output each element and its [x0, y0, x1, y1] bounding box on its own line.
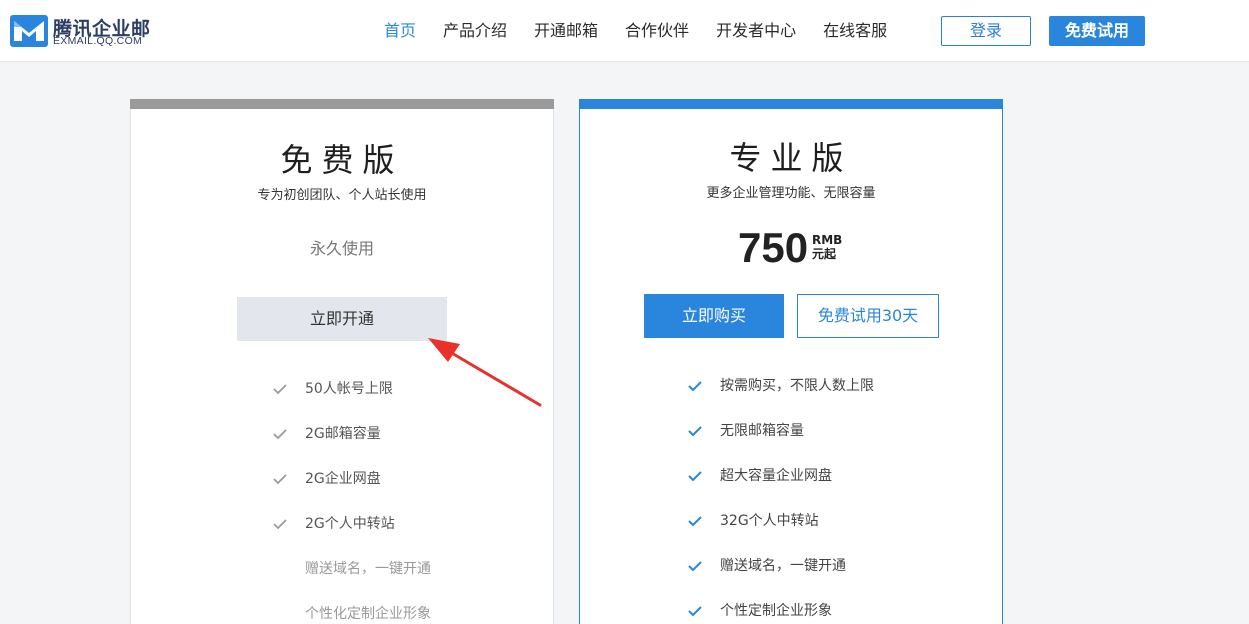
check-icon [688, 561, 702, 572]
free-trial-button[interactable]: 免费试用 [1049, 16, 1145, 46]
pro-feature-text: 超大容量企业网盘 [720, 468, 832, 484]
free-plan-title: 免费版 [280, 141, 404, 179]
pro-plan-top-bar [579, 99, 1003, 109]
free-feature-text: 2G个人中转站 [305, 516, 395, 532]
free-trial-30-days-button[interactable]: 免费试用30天 [797, 294, 939, 338]
nav-item-home[interactable]: 首页 [384, 19, 416, 43]
logo-domain: EXMAIL.QQ.COM [53, 35, 143, 47]
pro-feature-text: 个性定制企业形象 [720, 603, 832, 619]
main-nav: 首页 产品介绍 开通邮箱 合作伙伴 开发者中心 在线客服 [384, 19, 914, 43]
free-feature-text: 个性化定制企业形象 [305, 606, 431, 622]
free-plan-duration: 永久使用 [309, 239, 374, 258]
nav-item-partners[interactable]: 合作伙伴 [625, 19, 689, 43]
annotation-arrow-icon [428, 338, 542, 407]
pro-plan-title: 专业版 [729, 139, 853, 177]
check-icon [273, 519, 287, 530]
free-feature-text: 赠送域名，一键开通 [305, 561, 431, 577]
check-icon [273, 474, 287, 485]
nav-item-open-mailbox[interactable]: 开通邮箱 [534, 19, 598, 43]
free-feature-text: 2G企业网盘 [305, 471, 381, 487]
price-suffix: 元起 [812, 247, 837, 261]
price-amount: 750 [738, 224, 809, 271]
nav-item-support[interactable]: 在线客服 [823, 19, 887, 43]
pro-feature-text: 按需购买，不限人数上限 [720, 378, 874, 394]
open-now-button[interactable]: 立即开通 [237, 297, 447, 341]
pro-plan-subtitle: 更多企业管理功能、无限容量 [706, 186, 876, 201]
free-plan-subtitle: 专为初创团队、个人站长使用 [257, 188, 427, 203]
logo[interactable]: 腾讯企业邮 EXMAIL.QQ.COM [10, 13, 150, 49]
buy-now-button[interactable]: 立即购买 [644, 294, 784, 338]
nav-item-product[interactable]: 产品介绍 [443, 19, 507, 43]
check-icon [688, 471, 702, 482]
pro-plan-card: 专业版 更多企业管理功能、无限容量 750 RMB 元起 立即购买 免费试用30… [579, 99, 1003, 624]
check-icon [688, 606, 702, 617]
top-header: 腾讯企业邮 EXMAIL.QQ.COM 首页 产品介绍 开通邮箱 合作伙伴 开发… [0, 0, 1249, 62]
free-feature-text: 2G邮箱容量 [305, 426, 381, 442]
free-plan-top-bar [130, 99, 554, 109]
pro-feature-text: 赠送域名，一键开通 [720, 558, 846, 574]
pro-feature-text: 无限邮箱容量 [720, 423, 804, 439]
pro-feature-text: 32G个人中转站 [720, 513, 819, 529]
check-icon [688, 516, 702, 527]
logo-mark-icon [10, 15, 48, 47]
login-button[interactable]: 登录 [941, 16, 1031, 46]
check-icon [688, 426, 702, 437]
free-feature-text: 50人帐号上限 [305, 381, 393, 397]
nav-item-developer[interactable]: 开发者中心 [716, 19, 796, 43]
check-icon [273, 429, 287, 440]
check-icon [273, 384, 287, 395]
price-currency: RMB [812, 233, 843, 247]
check-icon [688, 381, 702, 392]
